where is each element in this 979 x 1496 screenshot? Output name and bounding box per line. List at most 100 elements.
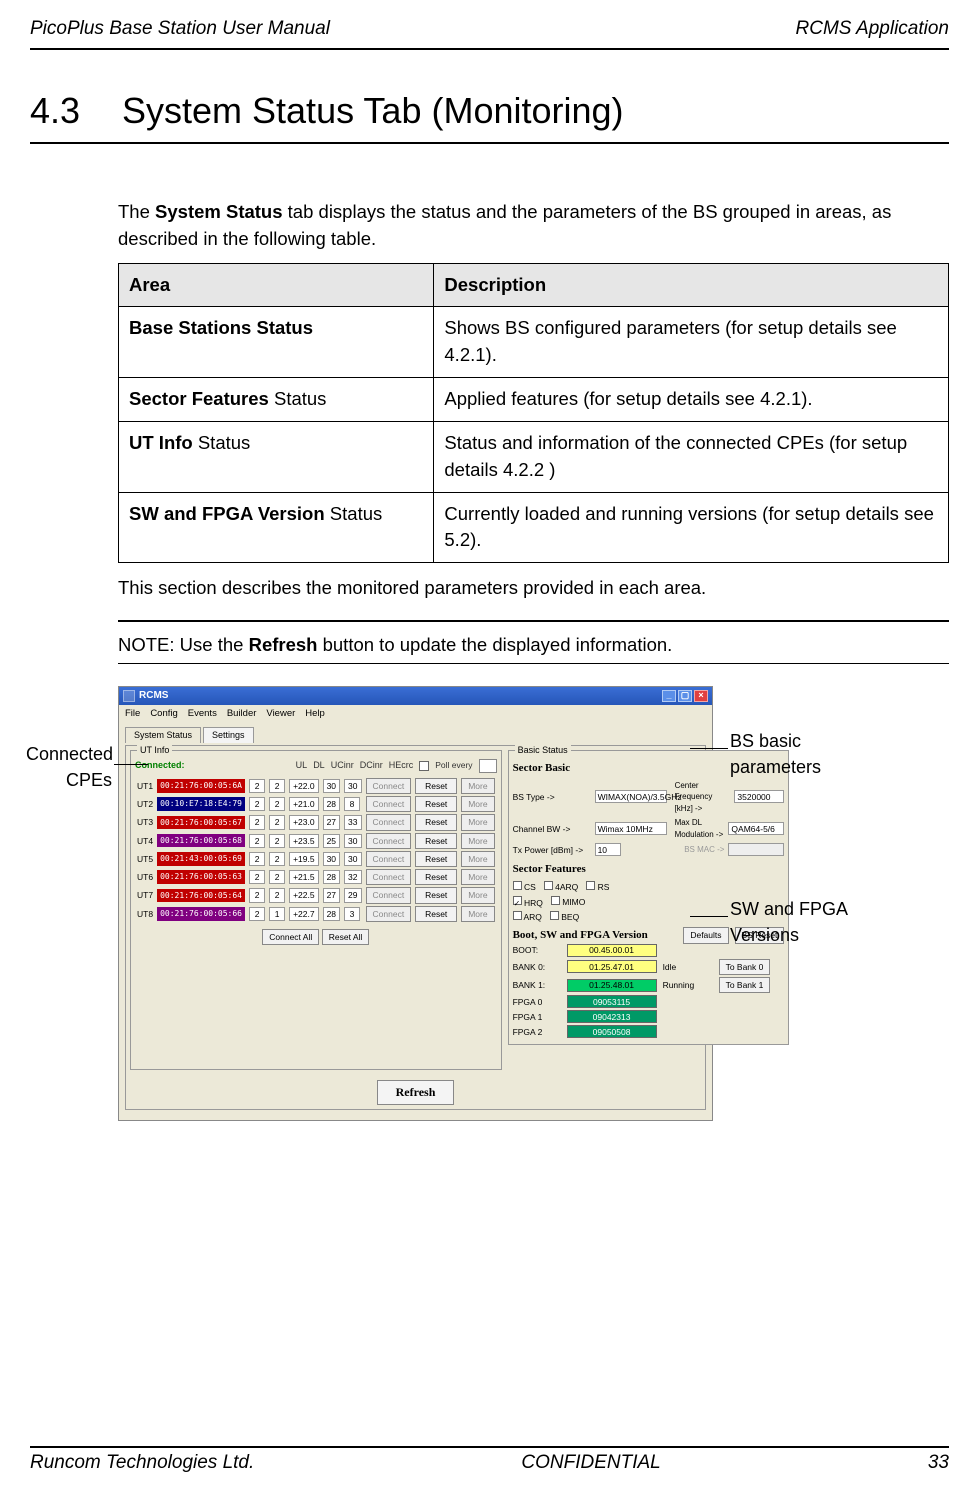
ut-reset-button[interactable]: Reset bbox=[415, 833, 457, 849]
ut-more-button[interactable]: More bbox=[461, 778, 494, 794]
maximize-button[interactable]: ▢ bbox=[678, 690, 692, 702]
menu-help[interactable]: Help bbox=[305, 707, 325, 721]
sector-features-title: Sector Features bbox=[513, 862, 785, 878]
area-cell: SW and FPGA Version Status bbox=[119, 492, 434, 563]
feat-beq-check[interactable] bbox=[550, 911, 559, 920]
ut-reset-button[interactable]: Reset bbox=[415, 906, 457, 922]
minimize-button[interactable]: _ bbox=[662, 690, 676, 702]
rcms-app-window: RCMS _ ▢ × File Config Events Builder Vi… bbox=[118, 686, 713, 1121]
ut-info-label: UT Info bbox=[137, 744, 172, 757]
ut-more-button[interactable]: More bbox=[461, 887, 494, 903]
menu-events[interactable]: Events bbox=[188, 707, 217, 721]
ut-connect-button[interactable]: Connect bbox=[366, 778, 412, 794]
refresh-button[interactable]: Refresh bbox=[377, 1080, 455, 1105]
footer-center: CONFIDENTIAL bbox=[521, 1452, 660, 1474]
ut-reset-button[interactable]: Reset bbox=[415, 778, 457, 794]
feat-cs: CS bbox=[524, 882, 536, 892]
tx-power-value: 10 bbox=[595, 843, 621, 856]
ut-id: UT8 bbox=[135, 905, 155, 923]
defaults-button[interactable]: Defaults bbox=[683, 927, 728, 943]
menu-config[interactable]: Config bbox=[150, 707, 177, 721]
callout-connected-cpes: Connected CPEs bbox=[26, 741, 112, 793]
tab-settings[interactable]: Settings bbox=[203, 727, 254, 743]
feat-hrq-check[interactable] bbox=[513, 896, 522, 905]
footer-right: 33 bbox=[928, 1452, 949, 1474]
area-cell: UT Info Status bbox=[119, 421, 434, 492]
poll-checkbox[interactable] bbox=[419, 761, 429, 771]
table-row: UT Info StatusStatus and information of … bbox=[119, 421, 949, 492]
feat-rs-check[interactable] bbox=[586, 881, 595, 890]
ut-connect-button[interactable]: Connect bbox=[366, 906, 412, 922]
ut-connect-button[interactable]: Connect bbox=[366, 851, 412, 867]
ut-connect-button[interactable]: Connect bbox=[366, 869, 412, 885]
menu-builder[interactable]: Builder bbox=[227, 707, 257, 721]
menu-file[interactable]: File bbox=[125, 707, 140, 721]
table-row: SW and FPGA Version StatusCurrently load… bbox=[119, 492, 949, 563]
desc-cell: Applied features (for setup details see … bbox=[434, 378, 949, 422]
max-dl-value: QAM64-5/6 bbox=[728, 822, 784, 835]
page-header: PicoPlus Base Station User Manual RCMS A… bbox=[30, 18, 949, 46]
ut-reset-button[interactable]: Reset bbox=[415, 887, 457, 903]
ut-more-button[interactable]: More bbox=[461, 796, 494, 812]
boot-bank-button[interactable]: To Bank 0 bbox=[719, 959, 771, 975]
poll-spin[interactable] bbox=[479, 759, 497, 773]
boot-row: FPGA 009053115 bbox=[513, 995, 785, 1008]
tab-system-status[interactable]: System Status bbox=[125, 727, 201, 743]
boot-label: FPGA 1 bbox=[513, 1011, 561, 1023]
ch-bw-value: Wimax 10MHz bbox=[595, 822, 667, 835]
ut-dcinr: 30 bbox=[323, 779, 340, 793]
ut-dl: 2 bbox=[269, 888, 285, 902]
reset-all-button[interactable]: Reset All bbox=[322, 929, 370, 945]
feat-arq-check[interactable] bbox=[513, 911, 522, 920]
ut-more-button[interactable]: More bbox=[461, 814, 494, 830]
ut-connect-button[interactable]: Connect bbox=[366, 833, 412, 849]
boot-row: FPGA 209050508 bbox=[513, 1025, 785, 1038]
ch-bw-label: Channel BW -> bbox=[513, 823, 591, 835]
ut-connect-button[interactable]: Connect bbox=[366, 796, 412, 812]
callout-line-bsbasic bbox=[690, 748, 728, 749]
boot-bank-button[interactable]: To Bank 1 bbox=[719, 977, 771, 993]
feat-cs-check[interactable] bbox=[513, 881, 522, 890]
poll-label: Poll every bbox=[435, 759, 472, 771]
feat-4arq-check[interactable] bbox=[544, 881, 553, 890]
basic-status-label: Basic Status bbox=[515, 744, 571, 757]
note-rule-bottom bbox=[118, 663, 949, 664]
close-button[interactable]: × bbox=[694, 690, 708, 702]
ut-reset-button[interactable]: Reset bbox=[415, 814, 457, 830]
ut-more-button[interactable]: More bbox=[461, 833, 494, 849]
ut-more-button[interactable]: More bbox=[461, 906, 494, 922]
ut-ucinr: +23.5 bbox=[289, 834, 319, 848]
ut-more-button[interactable]: More bbox=[461, 851, 494, 867]
intro-strong: System Status bbox=[155, 201, 283, 222]
ut-more-button[interactable]: More bbox=[461, 869, 494, 885]
boot-row: BANK 0:01.25.47.01IdleTo Bank 0 bbox=[513, 959, 785, 975]
ut-connect-button[interactable]: Connect bbox=[366, 814, 412, 830]
title-bar[interactable]: RCMS _ ▢ × bbox=[119, 687, 712, 705]
app-title: RCMS bbox=[139, 689, 168, 704]
menu-bar: File Config Events Builder Viewer Help bbox=[119, 705, 712, 723]
note-strong: Refresh bbox=[249, 634, 318, 655]
ut-id: UT1 bbox=[135, 777, 155, 795]
col-hecrc: HEcrc bbox=[389, 759, 414, 772]
ut-dl: 2 bbox=[269, 797, 285, 811]
bs-mac-label: BS MAC -> bbox=[684, 844, 724, 856]
desc-cell: Currently loaded and running versions (f… bbox=[434, 492, 949, 563]
header-left: PicoPlus Base Station User Manual bbox=[30, 18, 330, 40]
boot-status: Idle bbox=[663, 961, 713, 973]
callout-connected-l2: CPEs bbox=[26, 767, 112, 793]
ut-reset-button[interactable]: Reset bbox=[415, 869, 457, 885]
feat-mimo-check[interactable] bbox=[551, 896, 560, 905]
ut-id: UT4 bbox=[135, 832, 155, 850]
ut-row: UT700:21:76:00:05:6422+22.52729ConnectRe… bbox=[135, 886, 497, 904]
ut-reset-button[interactable]: Reset bbox=[415, 851, 457, 867]
ut-row: UT400:21:76:00:05:6822+23.52530ConnectRe… bbox=[135, 832, 497, 850]
menu-viewer[interactable]: Viewer bbox=[266, 707, 295, 721]
callout-bsbasic-l2: parameters bbox=[730, 754, 821, 780]
ut-connect-button[interactable]: Connect bbox=[366, 887, 412, 903]
connect-all-button[interactable]: Connect All bbox=[262, 929, 319, 945]
after-table-text: This section describes the monitored par… bbox=[118, 575, 949, 602]
ut-mac: 00:21:76:00:05:63 bbox=[157, 870, 245, 884]
footer-rule bbox=[30, 1446, 949, 1448]
ut-dl: 2 bbox=[269, 779, 285, 793]
ut-reset-button[interactable]: Reset bbox=[415, 796, 457, 812]
